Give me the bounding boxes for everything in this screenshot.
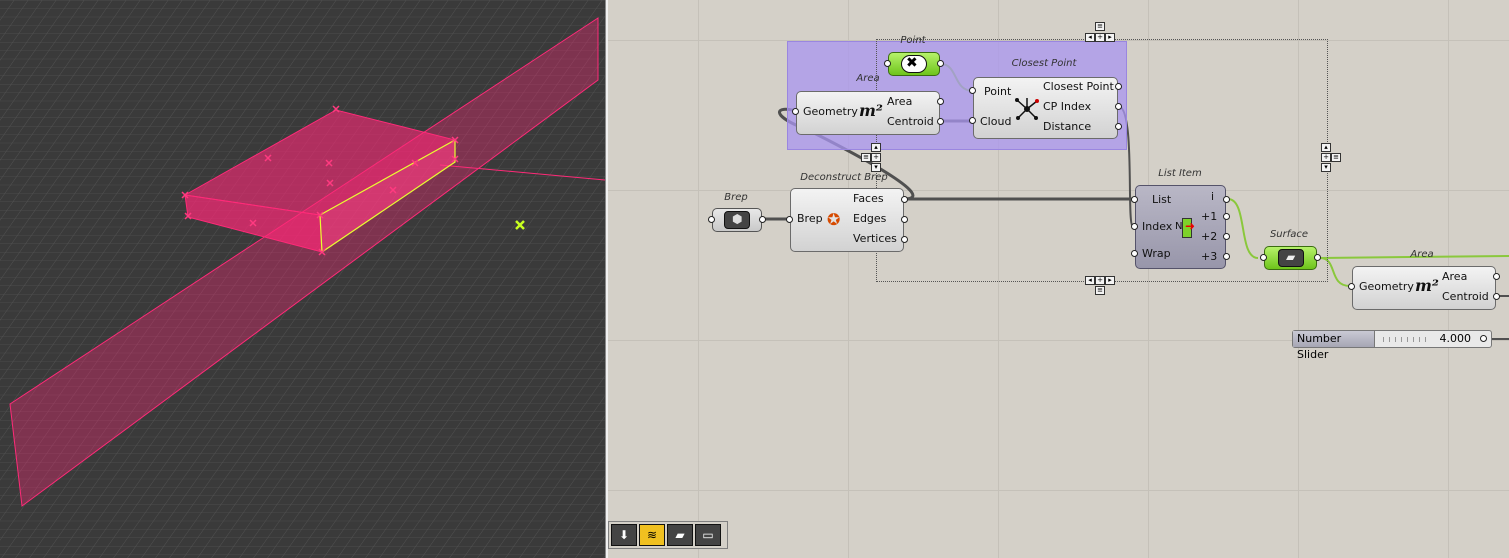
li-output-plus2: +2 [1201,230,1218,243]
point-param-title: Point [900,35,926,46]
db-output-faces: Faces [853,192,884,205]
li-wrap-port[interactable] [1131,250,1138,257]
point-param-icon: ✖ [901,55,927,73]
area-bottom-output-centroid: Centroid [1442,290,1489,303]
area-bottom-area-port[interactable] [1493,273,1500,280]
db-output-edges: Edges [853,212,887,225]
surface-icon[interactable]: ▰ [667,524,693,546]
li-plus1-port[interactable] [1223,213,1230,220]
surface-param[interactable]: ▰ [1264,246,1317,270]
area-bottom-centroid-port[interactable] [1493,293,1500,300]
deconstruct-brep-icon: ✪ [827,210,841,229]
slider-icon[interactable]: ▭ [695,524,721,546]
surface-param-input-port[interactable] [1260,254,1267,261]
area-bottom-geometry-port[interactable] [1348,283,1355,290]
li-output-plus1: +1 [1201,210,1218,223]
grasshopper-canvas[interactable]: ≡ ◂ + ▸ ▴ ≡ + ▾ ▴ + ≡ ▾ ◂ + ▸ ≡ Point ✖ Area G… [608,0,1509,558]
deconstruct-brep-component[interactable]: Brep ✪ Faces Edges Vertices [790,188,904,252]
list-item-title: List Item [1158,168,1202,179]
cp-closest-port[interactable] [1115,83,1122,90]
cp-output-cp-index: CP Index [1043,100,1092,113]
area-top-title: Area [856,73,880,84]
li-output-plus3: +3 [1201,250,1218,263]
brep-param-input-port[interactable] [708,216,715,223]
surface-param-icon: ▰ [1278,249,1304,267]
closest-point-title: Closest Point [1011,58,1077,69]
brep-param-icon: ⬢ [724,211,750,229]
area-top-centroid-port[interactable] [937,118,944,125]
li-input-list: List [1152,193,1172,206]
li-index-port[interactable] [1131,223,1138,230]
li-input-wrap: Wrap [1142,247,1171,260]
li-input-index: Index [1142,220,1173,233]
area-top-component[interactable]: Geometry m² Area Centroid [796,91,940,135]
area-top-area-port[interactable] [937,98,944,105]
number-slider-track[interactable] [1383,337,1431,342]
preview-icon[interactable]: ≋ [639,524,665,546]
list-item-component[interactable]: List Index N ➜ Wrap i +1 +2 +3 [1135,185,1226,269]
brep-param[interactable]: ⬢ [712,208,762,232]
number-slider-grip[interactable] [1480,335,1487,342]
area-bottom-icon: m² [1415,276,1439,295]
brep-param-title: Brep [724,192,748,203]
cp-input-point: Point [984,85,1012,98]
deconstruct-brep-title: Deconstruct Brep [800,172,888,183]
number-slider[interactable]: Number Slider 4.000 [1292,330,1492,361]
db-faces-port[interactable] [901,196,908,203]
cp-output-distance: Distance [1043,120,1092,133]
point-param[interactable]: ✖ [888,52,940,76]
cp-point-port[interactable] [969,87,976,94]
cp-output-closest-point: Closest Point [1043,80,1114,93]
area-bottom-title: Area [1410,249,1434,260]
cp-distance-port[interactable] [1115,123,1122,130]
closest-point-component[interactable]: Point Cloud Closest Point CP Index Dista… [973,77,1118,139]
rhino-viewport[interactable] [0,0,605,558]
db-input-brep: Brep [797,212,823,225]
db-vertices-port[interactable] [901,236,908,243]
list-item-arrow-icon: ➜ [1185,219,1196,233]
selection-box [876,39,1328,282]
area-top-output-area: Area [887,95,913,108]
li-i-port[interactable] [1223,196,1230,203]
area-top-geometry-port[interactable] [792,108,799,115]
area-top-icon: m² [859,101,883,120]
brep-param-output-port[interactable] [759,216,766,223]
cp-input-cloud: Cloud [980,115,1012,128]
viewport-scene [0,0,605,558]
db-output-vertices: Vertices [853,232,897,245]
cp-index-port[interactable] [1115,103,1122,110]
number-slider-value: 4.000 [1439,332,1472,345]
li-plus2-port[interactable] [1223,233,1230,240]
area-bottom-component[interactable]: Geometry m² Area Centroid [1352,266,1496,310]
surface-param-output-port[interactable] [1314,254,1321,261]
area-top-output-centroid: Centroid [887,115,934,128]
li-output-i: i [1211,190,1215,203]
area-bottom-output-area: Area [1442,270,1468,283]
surface-param-title: Surface [1269,229,1309,240]
number-slider-label: Number Slider [1293,331,1375,361]
closest-point-icon [1015,98,1039,120]
db-edges-port[interactable] [901,216,908,223]
li-plus3-port[interactable] [1223,253,1230,260]
bake-icon[interactable]: ⬇ [611,524,637,546]
cp-cloud-port[interactable] [969,117,976,124]
db-brep-port[interactable] [786,216,793,223]
canvas-toolbar: ⬇ ≋ ▰ ▭ [608,521,728,549]
point-param-output-port[interactable] [937,60,944,67]
area-top-input-geometry: Geometry [803,105,858,118]
area-bottom-input-geometry: Geometry [1359,280,1414,293]
point-param-input-port[interactable] [884,60,891,67]
li-list-port[interactable] [1131,196,1138,203]
